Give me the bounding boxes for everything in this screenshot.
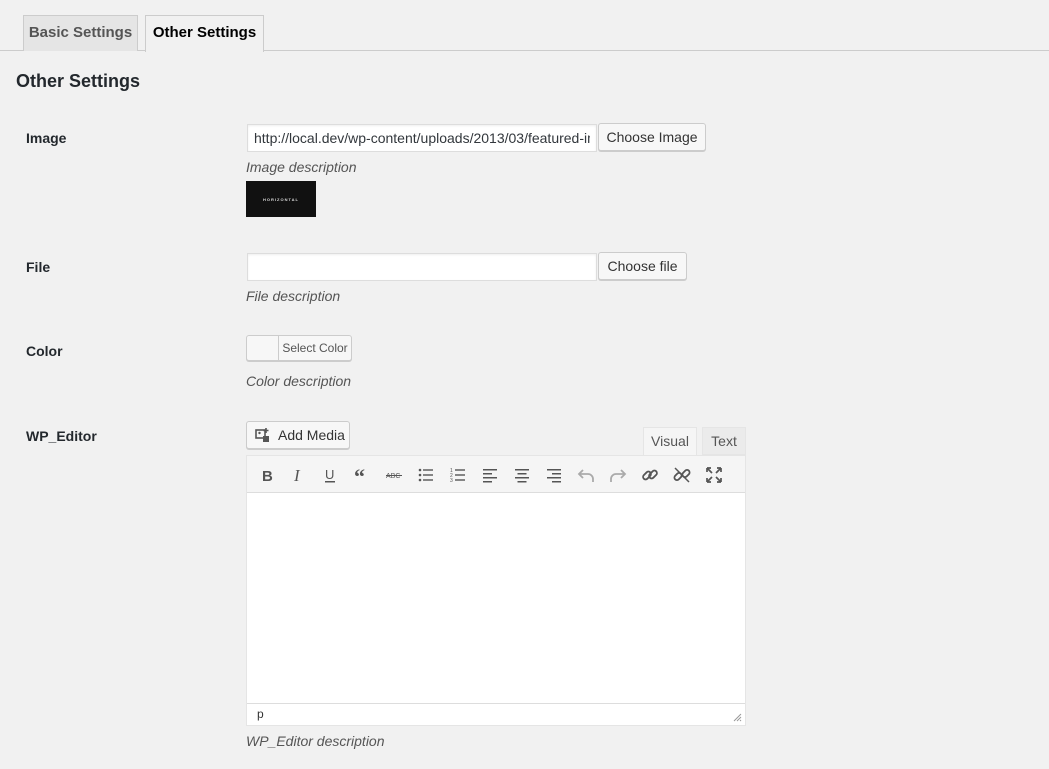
image-url-input[interactable]	[247, 124, 597, 152]
align-right-icon[interactable]	[541, 462, 567, 488]
wp-editor-label: WP_Editor	[26, 428, 97, 444]
file-url-input[interactable]	[247, 253, 597, 281]
fullscreen-icon[interactable]	[701, 462, 727, 488]
tab-basic-settings[interactable]: Basic Settings	[23, 15, 138, 51]
tab-other-settings[interactable]: Other Settings	[145, 15, 264, 52]
image-label: Image	[26, 130, 67, 146]
editor-content-area[interactable]	[247, 493, 745, 704]
image-thumbnail: HORIZONTAL	[246, 181, 316, 217]
align-center-icon[interactable]	[509, 462, 535, 488]
add-media-icon	[255, 428, 269, 442]
bullet-list-icon[interactable]	[413, 462, 439, 488]
italic-icon[interactable]: I	[286, 462, 312, 488]
blockquote-icon[interactable]: “	[349, 462, 375, 488]
svg-text:ABC: ABC	[386, 473, 400, 480]
wp-editor-description: WP_Editor description	[246, 733, 385, 749]
editor-statusbar: p	[247, 703, 745, 725]
settings-tabs: Basic Settings Other Settings	[0, 0, 1049, 52]
resize-grip-icon[interactable]	[733, 713, 742, 722]
svg-text:U: U	[325, 467, 334, 482]
color-swatch	[247, 336, 279, 360]
choose-image-button[interactable]: Choose Image	[598, 123, 706, 151]
select-color-label: Select Color	[282, 341, 348, 355]
align-left-icon[interactable]	[477, 462, 503, 488]
color-label: Color	[26, 343, 63, 359]
editor-toolbar: B I U “ ABC 123	[247, 456, 745, 493]
underline-icon[interactable]: U	[317, 462, 343, 488]
svg-text:I: I	[293, 466, 301, 484]
color-description: Color description	[246, 373, 352, 389]
wp-editor: B I U “ ABC 123 p	[246, 455, 746, 726]
svg-text:B: B	[262, 468, 273, 484]
section-title: Other Settings	[16, 71, 141, 91]
strikethrough-icon[interactable]: ABC	[381, 462, 407, 488]
editor-tab-text[interactable]: Text	[702, 427, 746, 455]
thumbnail-text: HORIZONTAL	[263, 196, 299, 202]
svg-text:3: 3	[450, 478, 453, 484]
add-media-button[interactable]: Add Media	[246, 421, 350, 449]
redo-icon[interactable]	[605, 462, 631, 488]
numbered-list-icon[interactable]: 123	[445, 462, 471, 488]
file-label: File	[26, 259, 51, 275]
bold-icon[interactable]: B	[254, 462, 280, 488]
svg-text:“: “	[354, 466, 365, 484]
link-icon[interactable]	[637, 462, 663, 488]
color-picker-button[interactable]: Select Color	[246, 335, 352, 361]
add-media-label: Add Media	[278, 427, 345, 443]
editor-tab-visual[interactable]: Visual	[643, 427, 697, 455]
unlink-icon[interactable]	[669, 462, 695, 488]
undo-icon[interactable]	[573, 462, 599, 488]
file-description: File description	[246, 288, 341, 304]
choose-file-button[interactable]: Choose file	[598, 252, 687, 280]
image-description: Image description	[246, 159, 357, 175]
editor-element-path[interactable]: p	[257, 707, 264, 721]
